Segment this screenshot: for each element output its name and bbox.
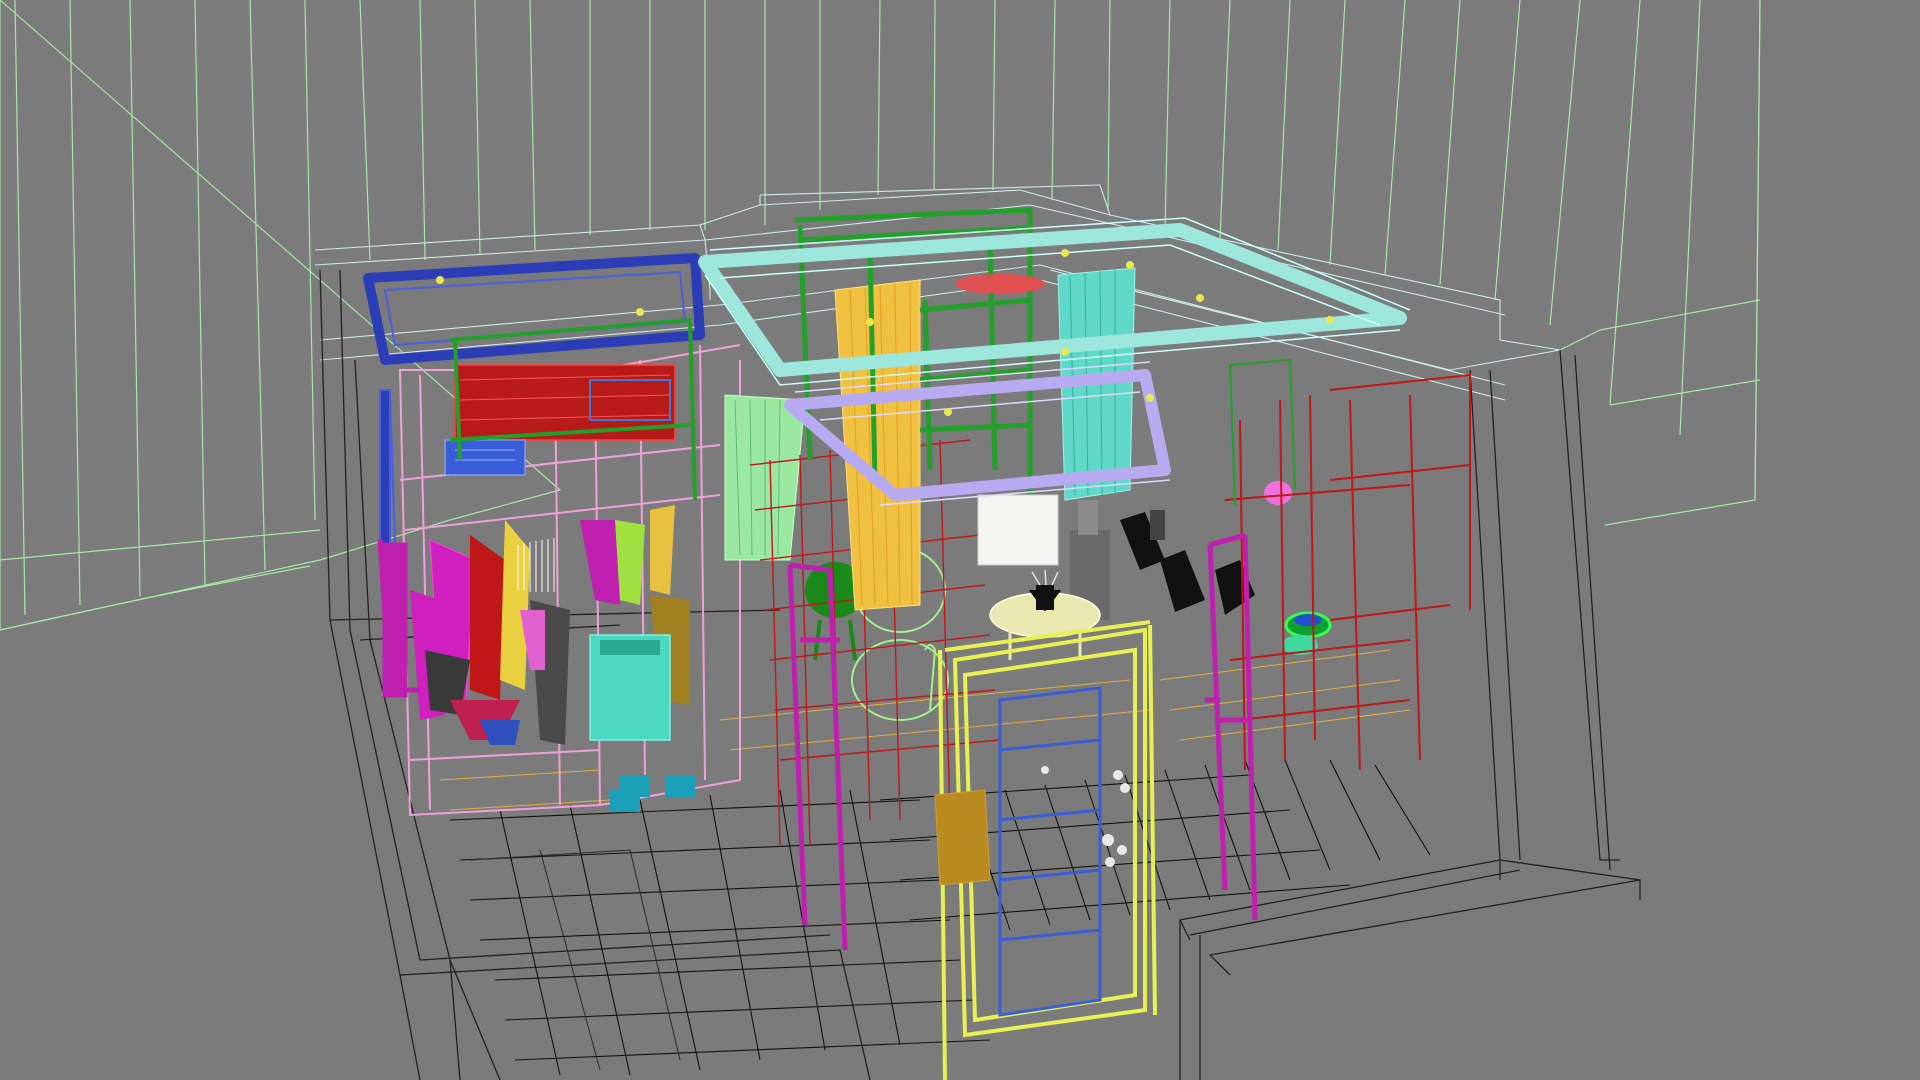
- floor-tiles-left: [469, 849, 681, 1071]
- curtain-yellow: [834, 279, 921, 611]
- 3d-viewport[interactable]: [0, 0, 1920, 1080]
- black-screens: [1120, 510, 1255, 615]
- window: [977, 494, 1059, 566]
- wireframe-scene: [0, 0, 1761, 1080]
- ceiling-light-red: [955, 274, 1045, 294]
- front-door-inner: [998, 686, 1102, 1017]
- bronze-box: [934, 789, 991, 886]
- plant-curtain: [724, 394, 806, 561]
- pink-lamp: [1264, 481, 1292, 505]
- floor-grid-orange: [439, 649, 1411, 811]
- ceiling-beam-right: [698, 223, 1407, 377]
- shelf-red-right: [1224, 373, 1471, 771]
